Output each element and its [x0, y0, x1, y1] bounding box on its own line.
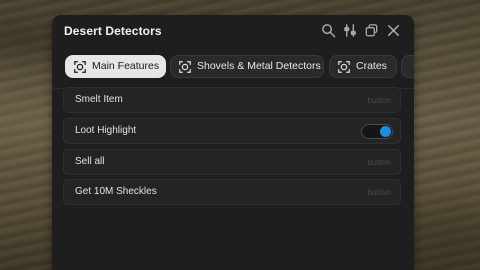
row-type-hint: button — [367, 95, 391, 105]
title-bar: Desert Detectors — [52, 15, 414, 47]
toggle-knob — [380, 126, 391, 137]
tab-main-features[interactable]: Main Features — [65, 55, 166, 78]
row-label: Get 10M Sheckles — [75, 186, 157, 197]
search-icon[interactable] — [321, 23, 336, 38]
target-icon — [73, 60, 87, 74]
row-type-hint: button — [367, 187, 391, 197]
loot-highlight-row: Loot Highlight — [63, 118, 401, 144]
get-10m-sheckles-button[interactable]: Get 10M Sheckles button — [63, 179, 401, 205]
copy-icon[interactable] — [364, 23, 379, 38]
app-window: Desert Detectors Main Features Shovels &… — [52, 15, 414, 270]
tab-overflow[interactable] — [401, 55, 414, 78]
loot-highlight-toggle[interactable] — [361, 124, 393, 139]
window-title: Desert Detectors — [64, 24, 162, 38]
smelt-item-button[interactable]: Smelt Item button — [63, 87, 401, 113]
row-type-hint: button — [367, 157, 391, 167]
target-icon — [337, 60, 351, 74]
tab-shovels-metal-detectors[interactable]: Shovels & Metal Detectors — [170, 55, 324, 78]
sell-all-button[interactable]: Sell all button — [63, 149, 401, 175]
tab-label: Crates — [356, 60, 387, 72]
row-label: Smelt Item — [75, 94, 123, 105]
tab-crates[interactable]: Crates — [329, 55, 397, 78]
close-icon[interactable] — [386, 23, 401, 38]
sliders-icon[interactable] — [343, 23, 358, 38]
row-label: Sell all — [75, 156, 105, 167]
tab-label: Main Features — [92, 60, 160, 72]
tab-label: Shovels & Metal Detectors — [197, 60, 321, 72]
target-icon — [178, 60, 192, 74]
row-label: Loot Highlight — [75, 125, 137, 136]
tab-bar: Main Features Shovels & Metal Detectors … — [62, 55, 414, 79]
